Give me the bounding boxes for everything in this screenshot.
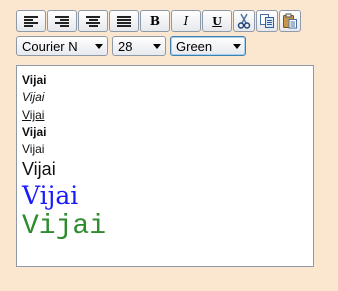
align-justify-icon xyxy=(117,15,131,27)
editor-line-bold: Vijai xyxy=(22,73,47,87)
bold-button[interactable]: B xyxy=(140,10,170,32)
font-color-value: Green xyxy=(176,38,213,54)
italic-button[interactable]: I xyxy=(171,10,201,32)
chevron-down-icon xyxy=(95,43,103,49)
font-family-value: Courier N xyxy=(22,38,78,54)
align-right-icon xyxy=(55,15,69,27)
editor-line-bold-2: Vijai xyxy=(22,125,47,139)
editor-line-underline: Vijai xyxy=(22,108,45,122)
bold-icon: B xyxy=(149,14,161,28)
font-size-value: 28 xyxy=(118,38,133,54)
paste-icon xyxy=(283,13,297,29)
editor-line-green-mono: Vijai xyxy=(22,211,107,242)
paste-button[interactable] xyxy=(279,10,301,32)
editor-line-large: Vijai xyxy=(22,159,56,179)
align-center-button[interactable] xyxy=(78,10,108,32)
editor-line-normal: Vijai xyxy=(22,142,45,156)
font-color-select[interactable]: Green xyxy=(170,36,246,56)
align-left-button[interactable] xyxy=(16,10,46,32)
cut-button[interactable] xyxy=(233,10,255,32)
chevron-down-icon xyxy=(233,43,241,49)
editor-line-italic: Vijai xyxy=(22,90,45,104)
align-center-icon xyxy=(86,15,100,27)
copy-icon xyxy=(260,14,274,28)
underline-button[interactable]: U xyxy=(202,10,232,32)
format-selectors: Courier N 28 Green xyxy=(16,36,250,56)
underline-icon: U xyxy=(212,14,222,28)
cut-icon xyxy=(237,13,251,29)
align-justify-button[interactable] xyxy=(109,10,139,32)
rich-text-editor[interactable]: Vijai Vijai Vijai Vijai Vijai Vijai Vija… xyxy=(16,65,314,267)
copy-button[interactable] xyxy=(256,10,278,32)
italic-icon: I xyxy=(183,14,189,28)
align-left-icon xyxy=(24,15,38,27)
chevron-down-icon xyxy=(153,43,161,49)
font-size-select[interactable]: 28 xyxy=(112,36,166,56)
align-right-button[interactable] xyxy=(47,10,77,32)
formatting-toolbar: B I U xyxy=(16,10,302,32)
editor-line-blue-serif: Vijai xyxy=(22,181,79,210)
font-family-select[interactable]: Courier N xyxy=(16,36,108,56)
